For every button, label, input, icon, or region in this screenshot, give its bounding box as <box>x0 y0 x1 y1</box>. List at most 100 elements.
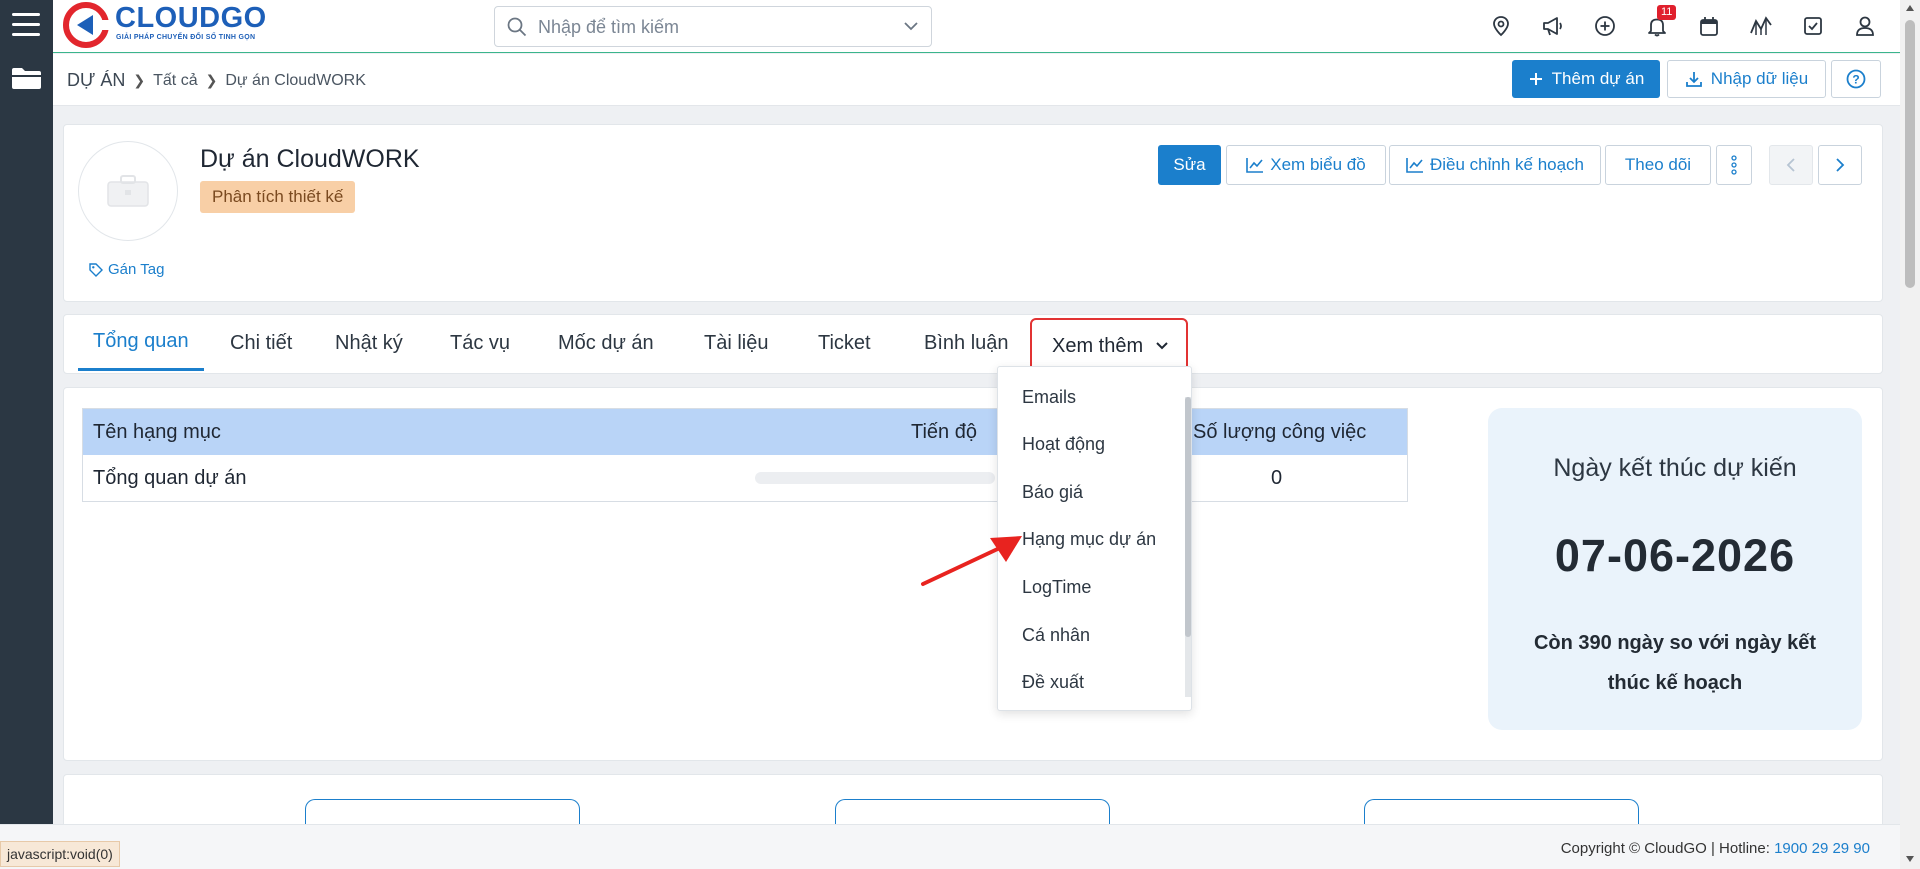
breadcrumb-root[interactable]: DỰ ÁN <box>67 70 125 91</box>
notification-badge: 11 <box>1657 5 1677 20</box>
tab-milestones[interactable]: Mốc dự án <box>558 315 654 371</box>
progress-bar <box>755 472 995 484</box>
menu-icon[interactable] <box>12 13 40 37</box>
line-chart-icon <box>1246 158 1264 173</box>
page-scrollbar[interactable] <box>1900 0 1920 869</box>
tab-tasks[interactable]: Tác vụ <box>450 315 510 371</box>
page-scrollbar-thumb[interactable] <box>1905 20 1915 288</box>
assign-tag-link[interactable]: Gán Tag <box>89 261 164 278</box>
svg-text:?: ? <box>1852 73 1859 87</box>
tab-ticket[interactable]: Ticket <box>818 315 871 371</box>
location-icon[interactable] <box>1485 10 1517 42</box>
deadline-label: Ngày kết thúc dự kiến <box>1553 454 1797 482</box>
header-task-count: Số lượng công việc <box>1193 420 1367 443</box>
project-avatar[interactable] <box>78 141 178 241</box>
menu-item-quotes[interactable]: Báo giá <box>1022 482 1083 503</box>
briefcase-icon <box>107 175 149 207</box>
tab-label: Tác vụ <box>450 331 511 354</box>
breadcrumb-bar: DỰ ÁN ❯ Tất cả ❯ Dự án CloudWORK Thêm dự… <box>53 54 1900 106</box>
hotline-link[interactable]: 1900 29 29 90 <box>1774 840 1870 857</box>
tab-documents[interactable]: Tài liệu <box>704 315 768 371</box>
left-rail <box>0 0 53 869</box>
brand-logo[interactable]: CLOUDGO GIẢI PHÁP CHUYỂN ĐỔI SỐ TINH GỌN <box>63 2 266 48</box>
previous-record-button[interactable] <box>1769 145 1813 185</box>
chevron-right-icon: ❯ <box>133 72 146 88</box>
table-header: Tên hạng mục Tiến độ Số lượng công việc <box>83 409 1407 455</box>
copyright-text: Copyright © CloudGO | Hotline: <box>1560 840 1770 857</box>
menu-item-proposals[interactable]: Đề xuất <box>1022 672 1084 693</box>
view-chart-label: Xem biểu đồ <box>1270 155 1366 174</box>
chevron-right-icon: ❯ <box>205 72 218 88</box>
top-bar: CLOUDGO GIẢI PHÁP CHUYỂN ĐỔI SỐ TINH GỌN… <box>53 0 1900 53</box>
chart-icon[interactable] <box>1745 10 1777 42</box>
next-record-button[interactable] <box>1818 145 1862 185</box>
download-icon <box>1685 72 1702 87</box>
tab-details[interactable]: Chi tiết <box>230 315 292 371</box>
header-progress: Tiến độ <box>911 420 977 443</box>
project-header-card: Dự án CloudWORK Phân tích thiết kế Gán T… <box>63 124 1883 302</box>
scroll-up-icon[interactable] <box>1905 4 1915 12</box>
footer: Copyright © CloudGO | Hotline: 1900 29 2… <box>0 824 1900 869</box>
vertical-dots-icon <box>1731 155 1737 175</box>
project-stage-badge: Phân tích thiết kế <box>200 181 356 213</box>
import-data-button[interactable]: Nhập dữ liệu <box>1667 60 1826 98</box>
item-name: Tổng quan dự án <box>93 466 247 489</box>
menu-item-project-items[interactable]: Hạng mục dự án <box>1022 529 1156 550</box>
add-project-button[interactable]: Thêm dự án <box>1512 60 1660 98</box>
edit-label: Sửa <box>1173 155 1206 174</box>
chevron-right-icon <box>1836 158 1845 172</box>
check-square-icon[interactable] <box>1797 10 1829 42</box>
edit-button[interactable]: Sửa <box>1158 145 1221 185</box>
copyright: Copyright © CloudGO | Hotline: 1900 29 2… <box>1561 840 1870 857</box>
tab-label: Tổng quan <box>93 330 189 352</box>
overview-table: Tên hạng mục Tiến độ Số lượng công việc … <box>82 408 1408 502</box>
brand-name: CLOUDGO <box>115 2 267 34</box>
menu-item-personal[interactable]: Cá nhân <box>1022 625 1090 646</box>
chevron-down-icon[interactable] <box>903 20 919 32</box>
tab-overview[interactable]: Tổng quan <box>78 315 204 371</box>
view-chart-button[interactable]: Xem biểu đồ <box>1226 145 1386 185</box>
global-search[interactable] <box>494 6 932 47</box>
tab-log[interactable]: Nhật ký <box>335 315 403 371</box>
breadcrumb-current: Dự án CloudWORK <box>225 71 366 89</box>
megaphone-icon[interactable] <box>1537 10 1569 42</box>
menu-item-logtime[interactable]: LogTime <box>1022 577 1091 598</box>
tab-label: Nhật ký <box>335 331 403 354</box>
logo-mark-icon <box>63 2 109 48</box>
help-icon: ? <box>1846 69 1866 89</box>
status-bar-url: javascript:void(0) <box>0 841 120 867</box>
adjust-plan-button[interactable]: Điều chỉnh kế hoạch <box>1389 145 1601 185</box>
deadline-remaining: Còn 390 ngày so với ngày kết thúc kế hoạ… <box>1533 632 1817 694</box>
breadcrumb-all[interactable]: Tất cả <box>153 72 197 90</box>
search-input[interactable] <box>538 15 878 39</box>
calendar-icon[interactable] <box>1693 10 1725 42</box>
brand-tagline: GIẢI PHÁP CHUYỂN ĐỔI SỐ TINH GỌN <box>116 34 256 41</box>
tag-icon <box>89 262 103 277</box>
tab-bar: Tổng quan Chi tiết Nhật ký Tác vụ Mốc dự… <box>63 314 1883 374</box>
tab-label: Ticket <box>818 331 871 354</box>
more-actions-button[interactable] <box>1716 145 1752 185</box>
menu-item-emails[interactable]: Emails <box>1022 387 1076 408</box>
pointer-arrow-icon <box>921 536 1022 586</box>
plus-circle-icon[interactable] <box>1589 10 1621 42</box>
follow-button[interactable]: Theo dõi <box>1605 145 1711 185</box>
deadline-panel: Ngày kết thúc dự kiến 07-06-2026 Còn 390… <box>1488 408 1862 730</box>
table-row[interactable]: Tổng quan dự án 0 <box>83 455 1407 501</box>
follow-label: Theo dõi <box>1624 155 1692 174</box>
breadcrumb: DỰ ÁN ❯ Tất cả ❯ Dự án CloudWORK <box>67 70 366 91</box>
menu-scrollbar[interactable] <box>1185 397 1191 637</box>
add-project-label: Thêm dự án <box>1551 69 1645 88</box>
scroll-down-icon[interactable] <box>1905 855 1915 863</box>
import-data-label: Nhập dữ liệu <box>1710 69 1809 88</box>
task-count: 0 <box>1271 466 1283 489</box>
tab-comments[interactable]: Bình luận <box>924 315 1009 371</box>
tab-more-label: Xem thêm <box>1052 334 1144 357</box>
search-icon <box>507 17 527 37</box>
help-button[interactable]: ? <box>1831 60 1881 98</box>
line-chart-icon <box>1406 158 1423 173</box>
user-icon[interactable] <box>1849 10 1881 42</box>
bell-icon[interactable]: 11 <box>1641 5 1677 42</box>
folder-icon[interactable] <box>11 66 42 90</box>
menu-item-activities[interactable]: Hoạt động <box>1022 434 1105 455</box>
chevron-left-icon <box>1786 158 1795 172</box>
